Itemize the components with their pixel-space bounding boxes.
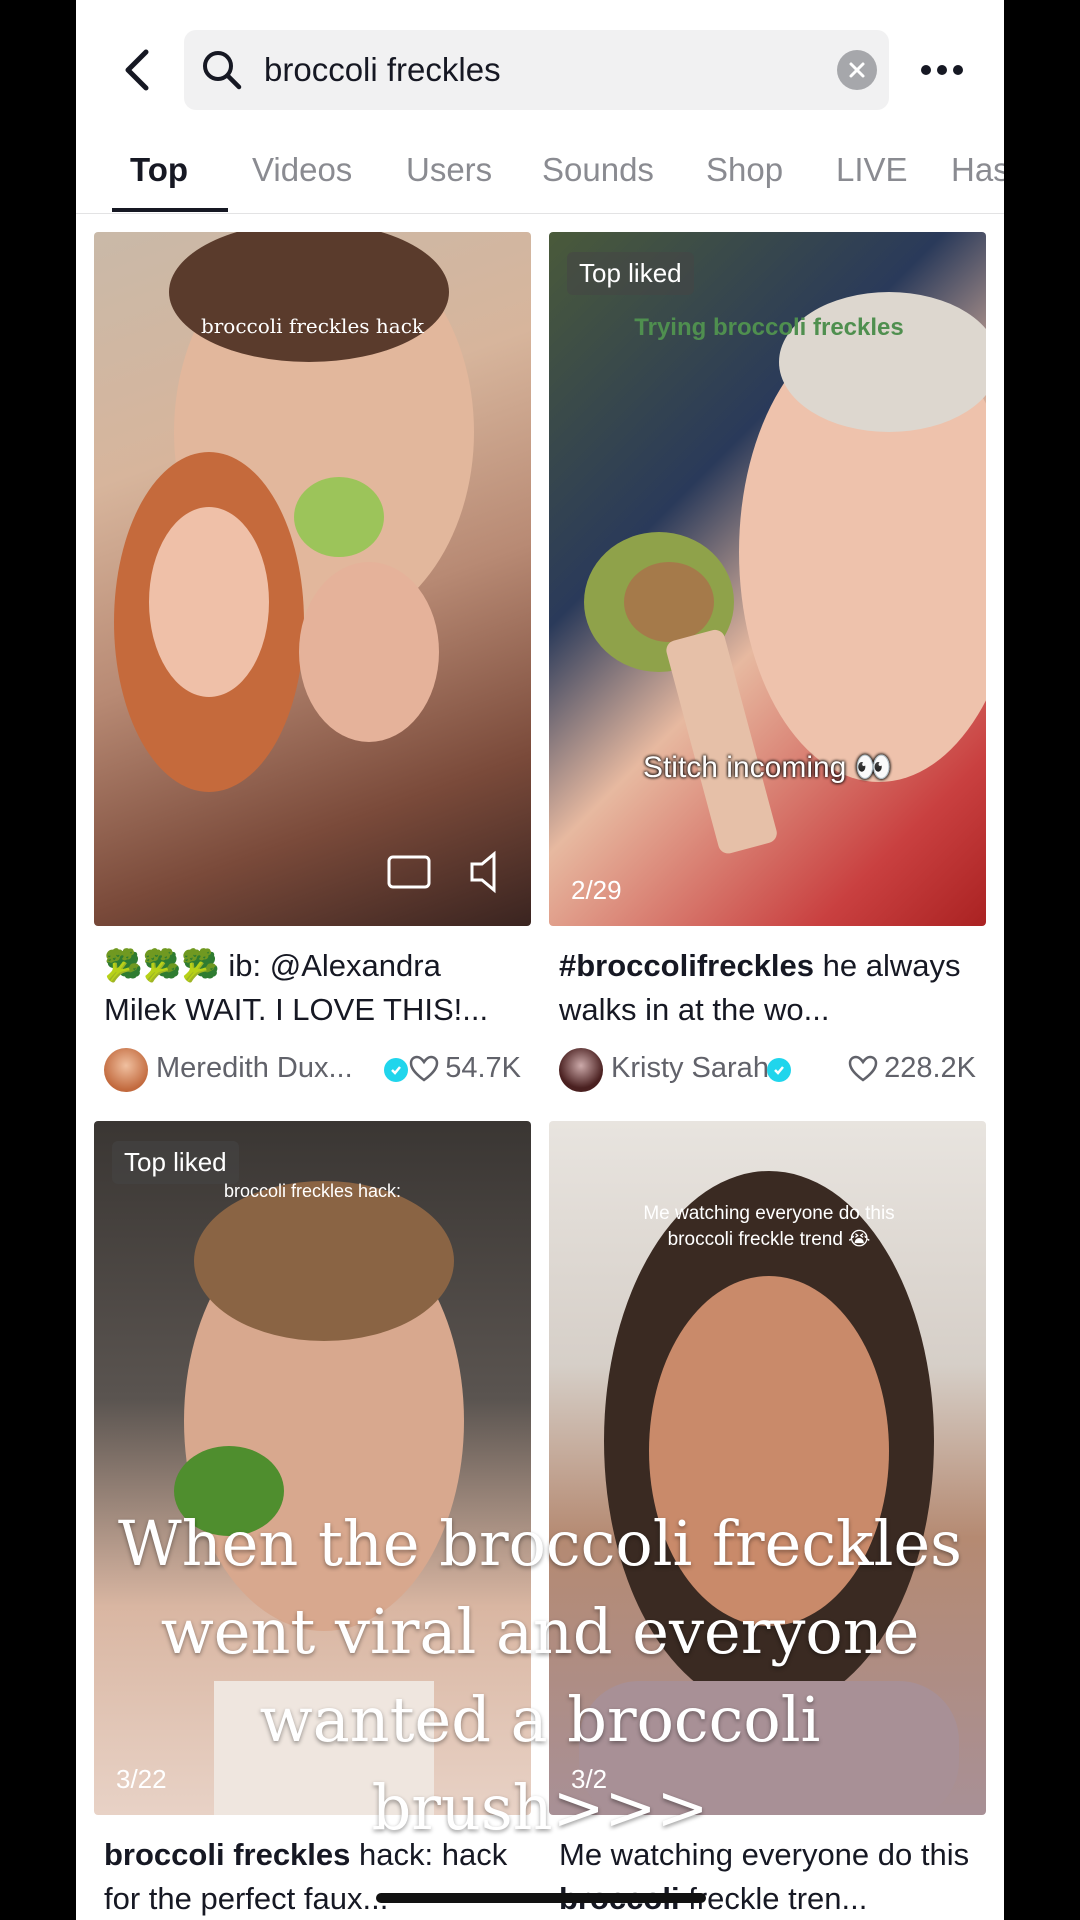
top-liked-badge: Top liked (567, 252, 694, 295)
tab-hashtags[interactable]: Has (951, 150, 1004, 190)
tab-sounds[interactable]: Sounds (542, 150, 654, 190)
video-overlay-subtitle: Stitch incoming 👀 (642, 751, 893, 784)
slide-counter: 2/29 (571, 875, 622, 905)
top-liked-badge: Top liked (112, 1141, 239, 1184)
search-query-text: broccoli freckles (264, 51, 501, 88)
dot-icon (921, 65, 931, 75)
video-thumbnail[interactable]: broccoli freckles hack (94, 232, 531, 926)
active-tab-indicator (112, 208, 228, 212)
broccoli-emoji: 🥦🥦🥦 (104, 948, 229, 983)
video-result-card[interactable]: Top liked Trying broccoli freckles Stitc… (549, 232, 986, 1100)
video-overlay-text: Trying broccoli freckles (634, 314, 904, 341)
search-input[interactable]: broccoli freckles (184, 30, 889, 110)
heart-icon (848, 1055, 878, 1082)
video-overlay-text: broccoli freckles hack: (223, 1181, 402, 1201)
close-icon (849, 62, 865, 78)
avatar[interactable] (104, 1048, 148, 1092)
avatar[interactable] (559, 1048, 603, 1092)
tab-top[interactable]: Top (130, 150, 188, 190)
tab-live[interactable]: LIVE (836, 150, 908, 190)
search-results-screen: broccoli freckles Top Videos Users Sound… (76, 0, 1004, 1920)
verified-badge-icon (767, 1058, 791, 1082)
video-meta: Kristy Sarah 228.2K (549, 1040, 986, 1100)
heart-icon (409, 1055, 439, 1082)
results-tabs: Top Videos Users Sounds Shop LIVE Has (76, 140, 1004, 214)
tab-shop[interactable]: Shop (706, 150, 783, 190)
video-overlay-text: Me watching everyone do this broccoli fr… (643, 1203, 895, 1250)
more-options-button[interactable] (917, 55, 967, 85)
dot-icon (953, 65, 963, 75)
tab-videos[interactable]: Videos (252, 150, 352, 190)
big-overlay-caption: When the broccoli freckles went viral an… (118, 1507, 962, 1844)
clear-search-button[interactable] (837, 50, 877, 90)
search-icon (203, 51, 242, 90)
top-bar: broccoli freckles (76, 0, 1004, 140)
like-count: 228.2K (848, 1052, 976, 1085)
dot-icon (937, 65, 947, 75)
video-caption: #broccolifreckles he always walks in at … (559, 948, 961, 1027)
tab-users[interactable]: Users (406, 150, 492, 190)
video-meta: Meredith Dux... 54.7K (94, 1040, 531, 1100)
back-button[interactable] (116, 46, 156, 94)
verified-badge-icon (384, 1058, 408, 1082)
author-name[interactable]: Meredith Dux... (156, 1052, 353, 1085)
video-caption: 🥦🥦🥦 ib: @Alexandra Milek WAIT. I LOVE TH… (104, 948, 489, 1027)
author-name[interactable]: Kristy Sarah (611, 1052, 769, 1085)
video-result-card[interactable]: broccoli freckles hack 🥦🥦🥦 ib: @Alexandr… (94, 232, 531, 1100)
video-overlay-text: broccoli freckles hack (200, 314, 425, 338)
video-thumbnail[interactable]: Top liked Trying broccoli freckles Stitc… (549, 232, 986, 926)
home-indicator (376, 1893, 706, 1903)
chevron-left-icon (125, 49, 149, 91)
like-count: 54.7K (409, 1052, 521, 1085)
